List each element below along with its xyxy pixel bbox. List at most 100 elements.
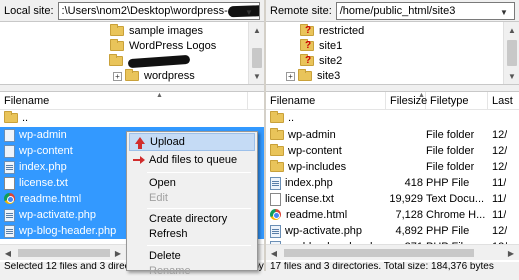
local-tree-scrollbar[interactable]: ▲ ▼ bbox=[248, 22, 264, 84]
remote-file-row[interactable]: index.php 418 PHP File 11/ bbox=[266, 175, 519, 191]
remote-pane: Remote site: /home/public_html/site3 ▼ r… bbox=[266, 0, 519, 271]
folder-icon bbox=[298, 69, 312, 81]
local-site-path-text: :\Users\nom2\Desktop\wordpress- bbox=[61, 4, 228, 17]
file-last-modified: 12/ bbox=[492, 145, 508, 157]
remote-list-header: ▲ Filename Filesize Filetype Last bbox=[266, 92, 519, 110]
file-name: wp-includes bbox=[288, 161, 347, 173]
remote-file-row[interactable]: .. bbox=[266, 110, 519, 126]
local-tree-label: wordpress bbox=[144, 70, 195, 82]
menu-separator bbox=[147, 172, 251, 173]
remote-file-row[interactable]: wp-includes File folder 12/ bbox=[266, 159, 519, 175]
local-tree-item[interactable]: sample images bbox=[110, 24, 203, 38]
file-name: license.txt bbox=[285, 193, 334, 205]
remote-tree-scrollbar[interactable]: ▲ ▼ bbox=[503, 22, 519, 84]
scroll-thumb[interactable] bbox=[18, 249, 110, 257]
folder-icon bbox=[125, 69, 139, 81]
remote-tree-label: site2 bbox=[319, 55, 343, 67]
tree-expander-plus-icon[interactable]: + bbox=[286, 71, 295, 81]
scroll-down-icon[interactable]: ▼ bbox=[504, 68, 519, 84]
remote-file-row[interactable]: wp-content File folder 12/ bbox=[266, 143, 519, 159]
file-name: wp-activate.php bbox=[285, 225, 363, 237]
folder-icon bbox=[4, 128, 15, 142]
chevron-down-icon[interactable]: ▼ bbox=[243, 3, 255, 19]
menu-item-label: Delete bbox=[149, 250, 181, 262]
remote-site-path-field[interactable]: /home/public_html/site3 ▼ bbox=[335, 1, 515, 20]
remote-site-bar: Remote site: /home/public_html/site3 ▼ bbox=[266, 0, 519, 22]
remote-file-row[interactable]: license.txt 19,929 Text Docu... 11/ bbox=[266, 191, 519, 207]
scroll-thumb[interactable] bbox=[252, 48, 262, 68]
scroll-thumb[interactable] bbox=[507, 40, 517, 66]
php-file-icon bbox=[270, 176, 281, 190]
menu-item-label: Refresh bbox=[149, 228, 188, 240]
file-type: File folder bbox=[426, 161, 475, 173]
local-tree-item[interactable] bbox=[97, 54, 191, 68]
remote-tree-item[interactable]: site2 bbox=[300, 54, 342, 68]
local-tree-label: sample images bbox=[129, 25, 203, 37]
menu-separator bbox=[147, 208, 251, 209]
tree-expander-plus-icon[interactable]: + bbox=[113, 71, 122, 81]
file-last-modified: 12/ bbox=[492, 129, 508, 141]
folder-icon bbox=[110, 39, 124, 51]
file-name: index.php bbox=[19, 161, 67, 173]
html-file-icon bbox=[270, 209, 282, 221]
menu-item-upload[interactable]: Upload bbox=[129, 133, 255, 151]
pane-splitter[interactable] bbox=[0, 84, 264, 92]
file-name: readme.html bbox=[20, 193, 82, 205]
scroll-thumb[interactable] bbox=[284, 249, 474, 257]
column-filename[interactable]: Filename bbox=[266, 92, 386, 110]
folder-icon bbox=[270, 144, 284, 156]
remote-tree-item[interactable]: restricted bbox=[300, 24, 364, 38]
column-filetype[interactable]: Filetype bbox=[426, 92, 488, 110]
remote-list-hscrollbar[interactable]: ◀ ▶ bbox=[266, 244, 519, 260]
column-filesize[interactable]: Filesize bbox=[386, 92, 427, 110]
remote-tree-label: site1 bbox=[319, 40, 343, 52]
column-filename[interactable]: Filename bbox=[0, 92, 248, 110]
local-directory-tree: sample images WordPress Logos + wordpress… bbox=[0, 22, 264, 84]
text-file-icon bbox=[270, 192, 281, 206]
remote-tree-item[interactable]: + site3 bbox=[286, 69, 340, 83]
menu-item-label: Rename bbox=[149, 265, 191, 277]
local-tree-item[interactable]: WordPress Logos bbox=[110, 39, 216, 53]
remote-tree-label: restricted bbox=[319, 25, 365, 37]
column-last-modified[interactable]: Last bbox=[488, 92, 519, 110]
remote-tree-item[interactable]: site1 bbox=[300, 39, 342, 53]
menu-item-label: Add files to queue bbox=[149, 154, 238, 166]
menu-item-add-to-queue[interactable]: Add files to queue bbox=[129, 151, 255, 169]
file-last-modified: 12/ bbox=[492, 225, 508, 237]
remote-site-label: Remote site: bbox=[270, 4, 332, 17]
folder-icon bbox=[270, 111, 284, 123]
menu-item-label: Upload bbox=[150, 136, 185, 148]
menu-item-rename[interactable]: Rename bbox=[129, 262, 255, 280]
local-tree-label: WordPress Logos bbox=[129, 40, 217, 52]
menu-item-edit[interactable]: Edit bbox=[129, 189, 255, 207]
remote-file-row[interactable]: wp-activate.php 4,892 PHP File 12/ bbox=[266, 223, 519, 239]
pane-splitter[interactable] bbox=[266, 84, 519, 92]
scroll-right-icon[interactable]: ▶ bbox=[503, 245, 519, 261]
scroll-right-icon[interactable]: ▶ bbox=[110, 245, 126, 261]
remote-file-row[interactable]: wp-admin File folder 12/ bbox=[266, 127, 519, 143]
file-type: Text Docu... bbox=[426, 193, 485, 205]
text-file-icon bbox=[4, 176, 15, 190]
html-file-icon bbox=[4, 193, 16, 205]
file-type: PHP File bbox=[426, 225, 470, 237]
local-tree-item[interactable]: + wordpress bbox=[113, 69, 195, 83]
file-name: index.php bbox=[285, 177, 333, 189]
remote-status-text: 17 files and 3 directories. Total size: … bbox=[266, 262, 519, 271]
scroll-up-icon[interactable]: ▲ bbox=[249, 22, 264, 38]
scroll-up-icon[interactable]: ▲ bbox=[504, 22, 519, 38]
scroll-down-icon[interactable]: ▼ bbox=[249, 68, 264, 84]
folder-icon bbox=[110, 24, 124, 36]
scroll-left-icon[interactable]: ◀ bbox=[0, 245, 16, 261]
remote-file-row[interactable]: readme.html 7,128 Chrome H... 11/ bbox=[266, 207, 519, 223]
remote-directory-tree: restricted site1 site2 + site3 ▲ ▼ bbox=[266, 22, 519, 84]
local-file-row[interactable]: .. bbox=[0, 110, 264, 126]
unknown-folder-icon bbox=[300, 54, 314, 66]
chevron-down-icon[interactable]: ▼ bbox=[498, 3, 510, 19]
folder-icon bbox=[270, 128, 284, 140]
menu-separator bbox=[147, 245, 251, 246]
menu-item-refresh[interactable]: Refresh bbox=[129, 225, 255, 243]
local-site-path-field[interactable]: :\Users\nom2\Desktop\wordpress- ▼ bbox=[57, 1, 260, 20]
unknown-folder-icon bbox=[300, 39, 314, 51]
scroll-left-icon[interactable]: ◀ bbox=[266, 245, 282, 261]
folder-icon bbox=[4, 144, 15, 158]
